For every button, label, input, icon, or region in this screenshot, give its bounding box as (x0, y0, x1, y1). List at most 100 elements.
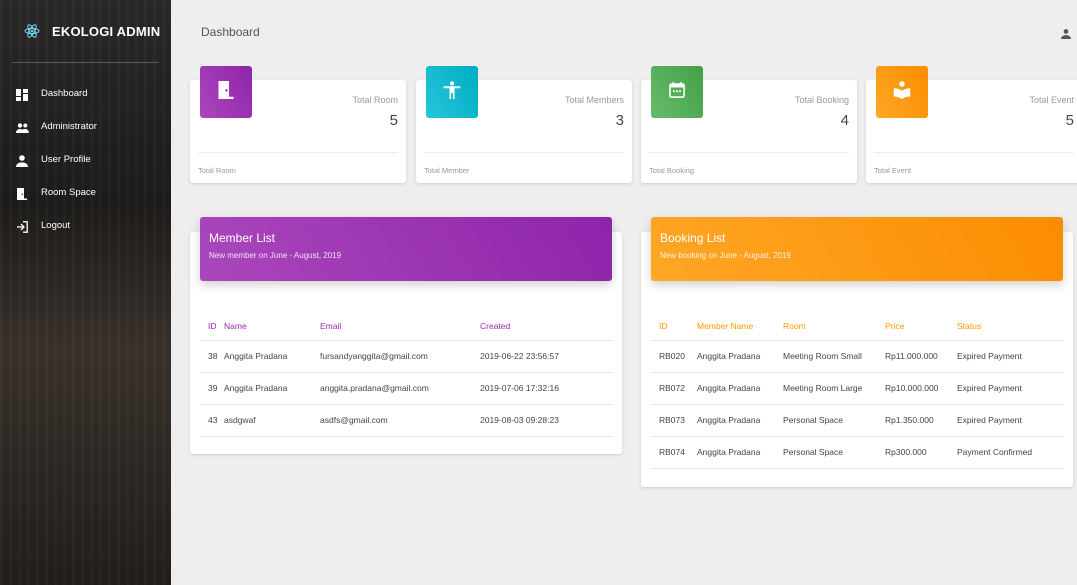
cell-status: Expired Payment (957, 371, 1063, 404)
column-header[interactable]: Price (885, 312, 957, 340)
cell-created: 2019-08-03 09:28:23 (480, 403, 612, 437)
cell-name: asdgwaf (224, 403, 320, 437)
cell-price: Rp11.000.000 (885, 339, 957, 372)
column-header[interactable]: Member Name (697, 312, 783, 340)
column-header[interactable]: ID (200, 312, 224, 340)
table-row[interactable]: 39 Anggita Pradana anggita.pradana@gmail… (200, 371, 612, 404)
stat-icon-box (876, 66, 928, 118)
table-row[interactable]: 38 Anggita Pradana fursandyanggita@gmail… (200, 339, 612, 372)
table-row[interactable]: 43 asdgwaf asdfs@gmail.com 2019-08-03 09… (200, 403, 612, 437)
brand-title: EKOLOGI ADMIN (52, 23, 161, 39)
column-header[interactable]: Room (783, 312, 885, 340)
cell-room: Meeting Room Small (783, 339, 885, 372)
sidebar-item-logout[interactable]: Logout (0, 209, 171, 242)
divider (198, 152, 398, 153)
cell-id: 39 (200, 371, 224, 404)
sidebar-item-administrator[interactable]: Administrator (0, 110, 171, 143)
cell-price: Rp300.000 (885, 435, 957, 469)
booking-table: ID Member Name Room Price Status RB020 A… (651, 312, 1063, 469)
cell-name: Anggita Pradana (224, 371, 320, 404)
cell-id: RB073 (651, 403, 697, 436)
sidebar-item-label: User Profile (41, 154, 91, 165)
cell-member: Anggita Pradana (697, 435, 783, 469)
cell-status: Payment Confirmed (957, 435, 1063, 469)
atom-icon (24, 23, 40, 39)
cell-id: RB072 (651, 371, 697, 404)
cell-price: Rp1.350.000 (885, 403, 957, 436)
cell-room: Personal Space (783, 435, 885, 469)
divider (649, 152, 849, 153)
page-title: Dashboard (201, 25, 260, 39)
cell-member: Anggita Pradana (697, 339, 783, 372)
stat-value: 3 (615, 112, 624, 129)
column-header[interactable]: Email (320, 312, 480, 340)
stat-value: 5 (1065, 112, 1074, 129)
booking-list-header: Booking List New booking on June - Augus… (651, 217, 1063, 281)
people-icon (16, 121, 29, 133)
stat-category: Total Room (352, 95, 398, 105)
table-header-row: ID Member Name Room Price Status (651, 312, 1063, 340)
member-list-header: Member List New member on June - August,… (200, 217, 612, 281)
cell-name: Anggita Pradana (224, 339, 320, 372)
stat-card-total-room: Total Room 5 Total Room (190, 66, 406, 183)
cell-member: Anggita Pradana (697, 403, 783, 436)
stat-footer: Total Member (424, 166, 470, 175)
cell-created: 2019-07-06 17:32:16 (480, 371, 612, 404)
card-title: Member List (209, 231, 276, 245)
sidebar-nav: Dashboard Administrator User Profile Roo… (0, 63, 171, 242)
cell-status: Expired Payment (957, 339, 1063, 372)
stat-category: Total Event (1029, 95, 1074, 105)
card-subtitle: New member on June - August, 2019 (209, 251, 342, 260)
column-header[interactable]: Status (957, 312, 1063, 340)
sidebar-item-user-profile[interactable]: User Profile (0, 143, 171, 176)
stat-card-total-members: Total Members 3 Total Member (416, 66, 632, 183)
cell-created: 2019-06-22 23:56:57 (480, 339, 612, 372)
table-header-row: ID Name Email Created (200, 312, 612, 340)
logout-icon (16, 220, 28, 233)
cell-email: fursandyanggita@gmail.com (320, 339, 480, 372)
sidebar-item-label: Dashboard (41, 88, 88, 99)
member-list-card: Member List New member on June - August,… (190, 217, 622, 454)
cell-price: Rp10.000.000 (885, 371, 957, 404)
table-row[interactable]: RB073 Anggita Pradana Personal Space Rp1… (651, 403, 1063, 436)
stat-category: Total Booking (794, 95, 849, 105)
table-row[interactable]: RB072 Anggita Pradana Meeting Room Large… (651, 371, 1063, 404)
stat-category: Total Members (564, 95, 624, 105)
sidebar: EKOLOGI ADMIN Dashboard Administrator Us… (0, 0, 171, 585)
cell-email: asdfs@gmail.com (320, 403, 480, 437)
sidebar-item-dashboard[interactable]: Dashboard (0, 77, 171, 110)
table-row[interactable]: RB020 Anggita Pradana Meeting Room Small… (651, 339, 1063, 372)
door-icon (16, 187, 28, 200)
sidebar-item-room-space[interactable]: Room Space (0, 176, 171, 209)
column-header[interactable]: Name (224, 312, 320, 340)
cell-member: Anggita Pradana (697, 371, 783, 404)
cell-id: 38 (200, 339, 224, 372)
column-header[interactable]: ID (651, 312, 697, 340)
person-standing-icon (443, 80, 461, 104)
cell-room: Personal Space (783, 403, 885, 436)
stat-value: 5 (389, 112, 398, 129)
user-icon[interactable] (1061, 26, 1071, 39)
book-icon (893, 80, 911, 104)
table-row[interactable]: RB074 Anggita Pradana Personal Space Rp3… (651, 435, 1063, 469)
stat-value: 4 (840, 112, 849, 129)
door-icon (217, 80, 235, 104)
divider (424, 152, 624, 153)
calendar-icon (669, 81, 685, 103)
cell-email: anggita.pradana@gmail.com (320, 371, 480, 404)
stat-card-total-booking: Total Booking 4 Total Booking (641, 66, 857, 183)
cell-status: Expired Payment (957, 403, 1063, 436)
cell-id: RB074 (651, 435, 697, 469)
dashboard-icon (16, 88, 28, 101)
booking-list-card: Booking List New booking on June - Augus… (641, 217, 1073, 487)
stat-icon-box (426, 66, 478, 118)
column-header[interactable]: Created (480, 312, 612, 340)
card-title: Booking List (660, 231, 726, 245)
cell-id: 43 (200, 403, 224, 437)
divider (874, 152, 1074, 153)
stat-icon-box (651, 66, 703, 118)
cell-id: RB020 (651, 339, 697, 372)
person-icon (16, 154, 28, 167)
sidebar-item-label: Logout (41, 220, 71, 231)
brand[interactable]: EKOLOGI ADMIN (0, 0, 171, 62)
